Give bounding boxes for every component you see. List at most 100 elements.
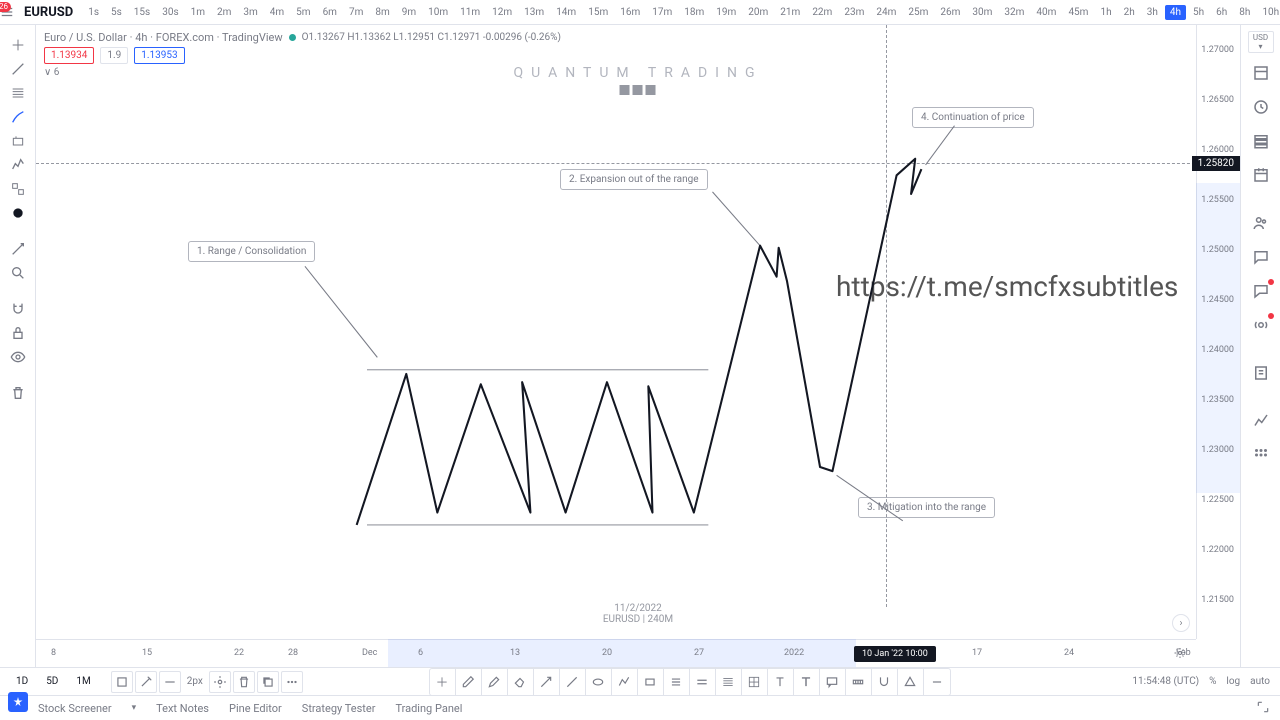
- annotation-4[interactable]: 4. Continuation of price: [912, 107, 1034, 128]
- dt-text-icon[interactable]: [768, 669, 794, 695]
- measure-tool[interactable]: [0, 237, 36, 261]
- ideas-icon[interactable]: [1241, 243, 1280, 271]
- time-axis[interactable]: 8152228Dec613202720221724Feb 10 Jan '22 …: [36, 639, 1196, 667]
- lock-tool[interactable]: [0, 321, 36, 345]
- trash-icon[interactable]: [233, 671, 255, 693]
- zoom-tool[interactable]: [0, 261, 36, 285]
- interval-9m[interactable]: 9m: [397, 5, 421, 20]
- fib-tool[interactable]: [0, 81, 36, 105]
- interval-15m[interactable]: 15m: [583, 5, 613, 20]
- dt-bigtext-icon[interactable]: [794, 669, 820, 695]
- dt-line-icon[interactable]: [560, 669, 586, 695]
- interval-25m[interactable]: 25m: [903, 5, 933, 20]
- style-template-icon[interactable]: [111, 671, 133, 693]
- dt-cross-icon[interactable]: [430, 669, 456, 695]
- hide-tool[interactable]: [0, 345, 36, 369]
- dt-path-icon[interactable]: [612, 669, 638, 695]
- expand-icon[interactable]: [1256, 700, 1270, 717]
- interval-8m[interactable]: 8m: [370, 5, 394, 20]
- interval-3m[interactable]: 3m: [238, 5, 262, 20]
- interval-1m[interactable]: 1m: [186, 5, 210, 20]
- interval-8h[interactable]: 8h: [1234, 5, 1255, 20]
- watchlist-icon[interactable]: [1241, 59, 1280, 87]
- magnet-tool[interactable]: [0, 297, 36, 321]
- interval-13m[interactable]: 13m: [519, 5, 549, 20]
- interval-7m[interactable]: 7m: [344, 5, 368, 20]
- percent-toggle[interactable]: %: [1209, 676, 1216, 687]
- annotation-1[interactable]: 1. Range / Consolidation: [188, 241, 315, 262]
- interval-6m[interactable]: 6m: [318, 5, 342, 20]
- interval-1s[interactable]: 1s: [83, 5, 104, 20]
- settings-icon[interactable]: [209, 671, 231, 693]
- interval-20m[interactable]: 20m: [743, 5, 773, 20]
- interval-26m[interactable]: 26m: [935, 5, 965, 20]
- scroll-right-button[interactable]: ›: [1172, 614, 1190, 632]
- dt-highlighter-icon[interactable]: [482, 669, 508, 695]
- pattern-tool[interactable]: [0, 153, 36, 177]
- line-width[interactable]: 2px: [183, 676, 207, 687]
- clone-icon[interactable]: [257, 671, 279, 693]
- footer-pine[interactable]: Pine Editor: [229, 702, 282, 715]
- interval-21m[interactable]: 21m: [775, 5, 805, 20]
- dt-hline-icon[interactable]: [690, 669, 716, 695]
- interval-2m[interactable]: 2m: [212, 5, 236, 20]
- interval-5s[interactable]: 5s: [106, 5, 127, 20]
- interval-1h[interactable]: 1h: [1095, 5, 1116, 20]
- line-style-icon[interactable]: [159, 671, 181, 693]
- interval-2h[interactable]: 2h: [1119, 5, 1140, 20]
- text-tool[interactable]: [0, 129, 36, 153]
- footer-panel[interactable]: Trading Panel: [395, 702, 462, 715]
- interval-22m[interactable]: 22m: [807, 5, 837, 20]
- interval-30m[interactable]: 30m: [967, 5, 997, 20]
- chart-canvas[interactable]: Euro / U.S. Dollar · 4h · FOREX.com · Tr…: [36, 25, 1240, 667]
- calendar-icon[interactable]: [1241, 161, 1280, 189]
- interval-16m[interactable]: 16m: [615, 5, 645, 20]
- notes-icon[interactable]: [1241, 359, 1280, 387]
- interval-10m[interactable]: 10m: [423, 5, 453, 20]
- interval-14m[interactable]: 14m: [551, 5, 581, 20]
- axis-settings-icon[interactable]: [1174, 647, 1186, 662]
- trendline-tool[interactable]: [0, 57, 36, 81]
- color-picker-icon[interactable]: [135, 671, 157, 693]
- dt-parallel-icon[interactable]: [664, 669, 690, 695]
- range-1m[interactable]: 1M: [70, 674, 96, 689]
- dt-table-icon[interactable]: [742, 669, 768, 695]
- log-toggle[interactable]: log: [1226, 676, 1240, 687]
- bid-badge[interactable]: 1.13934: [44, 47, 94, 64]
- color-tool[interactable]: [0, 201, 36, 225]
- range-5d[interactable]: 5D: [40, 674, 64, 689]
- dt-arrow-icon[interactable]: [534, 669, 560, 695]
- dt-shape-icon[interactable]: [898, 669, 924, 695]
- forecast-tool[interactable]: [0, 177, 36, 201]
- annotation-3[interactable]: 3. Mitigation into the range: [858, 497, 995, 518]
- interval-12m[interactable]: 12m: [487, 5, 517, 20]
- community-icon[interactable]: [1241, 209, 1280, 237]
- chat-icon[interactable]: [1241, 277, 1280, 305]
- delete-tool[interactable]: [0, 381, 36, 405]
- dt-pencil-icon[interactable]: [456, 669, 482, 695]
- interval-32m[interactable]: 32m: [999, 5, 1029, 20]
- interval-4m[interactable]: 4m: [265, 5, 289, 20]
- interval-3h[interactable]: 3h: [1142, 5, 1163, 20]
- more-icon[interactable]: [281, 671, 303, 693]
- price-axis[interactable]: 1.270001.265001.260001.255001.250001.245…: [1196, 25, 1240, 639]
- dt-ruler-icon[interactable]: [846, 669, 872, 695]
- dt-fib-icon[interactable]: [716, 669, 742, 695]
- annotation-2[interactable]: 2. Expansion out of the range: [560, 169, 708, 190]
- symbol-name[interactable]: EURUSD: [14, 5, 83, 20]
- interval-5m[interactable]: 5m: [291, 5, 315, 20]
- collapse-indicators[interactable]: ∨ 6: [44, 67, 59, 78]
- dt-minus-icon[interactable]: [924, 669, 950, 695]
- interval-4h[interactable]: 4h: [1165, 5, 1186, 20]
- interval-5h[interactable]: 5h: [1188, 5, 1209, 20]
- interval-10h[interactable]: 10h: [1257, 5, 1280, 20]
- more-panel-icon[interactable]: [1241, 441, 1280, 469]
- dt-eraser-icon[interactable]: [508, 669, 534, 695]
- interval-15s[interactable]: 15s: [129, 5, 155, 20]
- dt-callout-icon[interactable]: [820, 669, 846, 695]
- menu-button[interactable]: 26: [0, 0, 14, 25]
- interval-19m[interactable]: 19m: [711, 5, 741, 20]
- alerts-icon[interactable]: [1241, 93, 1280, 121]
- hotlist-icon[interactable]: [1241, 127, 1280, 155]
- dt-rect-icon[interactable]: [638, 669, 664, 695]
